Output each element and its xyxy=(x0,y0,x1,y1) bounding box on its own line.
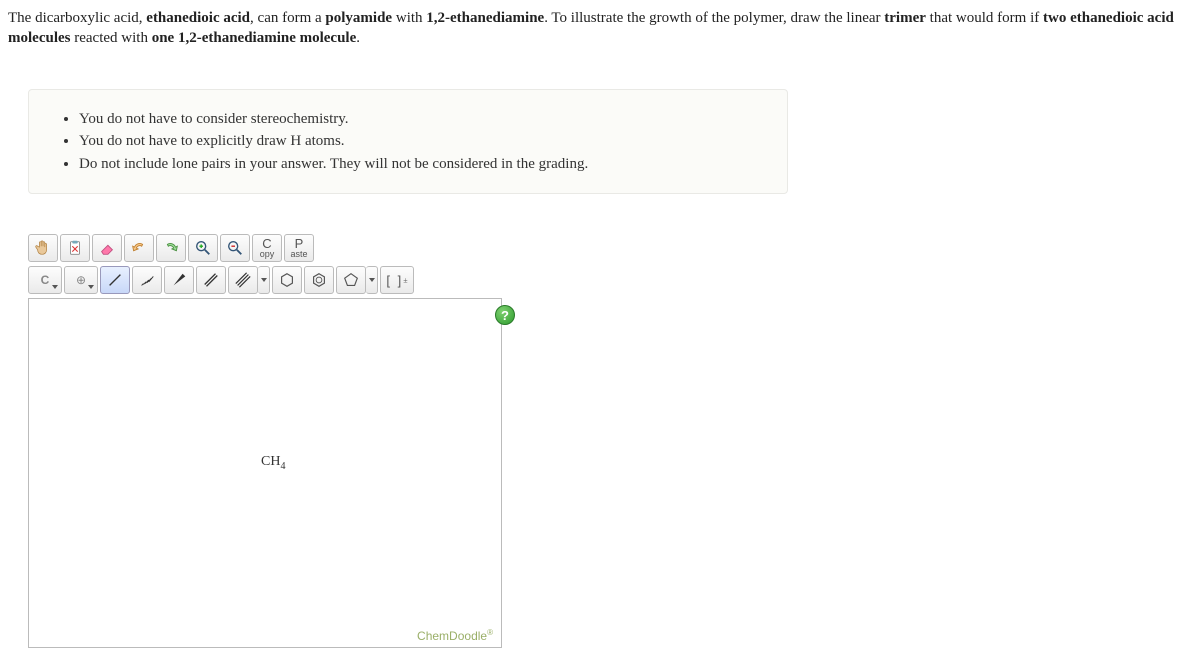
triple-bond-button[interactable] xyxy=(228,266,258,294)
brand-text: ChemDoodle xyxy=(417,629,487,643)
instruction-item: You do not have to explicitly draw H ato… xyxy=(79,130,757,153)
paste-label-small: aste xyxy=(290,250,307,258)
q-text: The dicarboxylic acid, xyxy=(8,10,146,26)
triple-bond-icon xyxy=(234,271,252,289)
toolbar-row-1: C opy P aste xyxy=(28,234,504,264)
q-bold: trimer xyxy=(884,10,926,26)
q-bold: 1,2-ethanediamine xyxy=(426,10,544,26)
q-bold: polyamide xyxy=(325,10,392,26)
redo-button[interactable] xyxy=(156,234,186,262)
chevron-down-icon xyxy=(261,278,267,282)
copy-button[interactable]: C opy xyxy=(252,234,282,262)
drawing-canvas[interactable]: ? CH4 ChemDoodle® xyxy=(28,298,502,648)
molecule-sketcher: C opy P aste C ⊕ xyxy=(28,234,504,648)
recessed-bond-button[interactable] xyxy=(132,266,162,294)
q-text: with xyxy=(392,10,426,26)
charge-label: ⊕ xyxy=(76,273,86,287)
q-text: , can form a xyxy=(250,10,325,26)
cyclohexane-button[interactable] xyxy=(272,266,302,294)
redo-icon xyxy=(162,239,180,257)
single-bond-icon xyxy=(106,271,124,289)
help-button[interactable]: ? xyxy=(495,305,515,325)
instruction-item: Do not include lone pairs in your answer… xyxy=(79,153,757,176)
chevron-down-icon xyxy=(52,285,58,289)
brand-sup: ® xyxy=(487,628,493,637)
undo-icon xyxy=(130,239,148,257)
zoom-in-button[interactable] xyxy=(188,234,218,262)
double-bond-button[interactable] xyxy=(196,266,226,294)
q-text: that would form if xyxy=(926,10,1043,26)
hand-icon xyxy=(34,239,52,257)
benzene-button[interactable] xyxy=(304,266,334,294)
question-text: The dicarboxylic acid, ethanedioic acid,… xyxy=(8,8,1192,49)
q-text: . To illustrate the growth of the polyme… xyxy=(544,10,884,26)
toolbar-row-2: C ⊕ xyxy=(28,266,504,296)
wedge-bond-button[interactable] xyxy=(164,266,194,294)
wedge-bond-icon xyxy=(170,271,188,289)
molecule-subscript: 4 xyxy=(280,461,285,472)
molecule-placeholder: CH4 xyxy=(261,454,285,472)
benzene-icon xyxy=(310,271,328,289)
hexagon-icon xyxy=(278,271,296,289)
q-bold: one 1,2-ethanediamine molecule xyxy=(152,30,357,46)
single-bond-button[interactable] xyxy=(100,266,130,294)
bracket-label: [ ] xyxy=(386,273,403,288)
eraser-icon xyxy=(98,239,116,257)
instruction-item: You do not have to consider stereochemis… xyxy=(79,108,757,131)
ring-dropdown-button[interactable] xyxy=(366,266,378,294)
element-label: C xyxy=(41,273,50,287)
move-tool-button[interactable] xyxy=(28,234,58,262)
q-text: reacted with xyxy=(70,30,151,46)
help-icon: ? xyxy=(501,308,509,323)
bond-dropdown-button[interactable] xyxy=(258,266,270,294)
bracket-sup: ± xyxy=(403,276,407,285)
q-bold: ethanedioic acid xyxy=(146,10,250,26)
double-bond-icon xyxy=(202,271,220,289)
chevron-down-icon xyxy=(369,278,375,282)
zoom-in-icon xyxy=(194,239,212,257)
zoom-out-button[interactable] xyxy=(220,234,250,262)
undo-button[interactable] xyxy=(124,234,154,262)
instructions-panel: You do not have to consider stereochemis… xyxy=(28,89,788,195)
chemdoodle-brand: ChemDoodle® xyxy=(417,628,493,643)
zoom-out-icon xyxy=(226,239,244,257)
clipboard-clear-icon xyxy=(66,239,84,257)
pentagon-icon xyxy=(342,271,360,289)
element-picker-button[interactable]: C xyxy=(28,266,62,294)
q-text: . xyxy=(356,30,360,46)
copy-label-small: opy xyxy=(260,250,275,258)
bracket-tool-button[interactable]: [ ]± xyxy=(380,266,414,294)
erase-tool-button[interactable] xyxy=(92,234,122,262)
paste-button[interactable]: P aste xyxy=(284,234,314,262)
clear-tool-button[interactable] xyxy=(60,234,90,262)
chevron-down-icon xyxy=(88,285,94,289)
charge-picker-button[interactable]: ⊕ xyxy=(64,266,98,294)
recessed-bond-icon xyxy=(138,271,156,289)
molecule-text: CH xyxy=(261,454,280,469)
cyclopentane-button[interactable] xyxy=(336,266,366,294)
